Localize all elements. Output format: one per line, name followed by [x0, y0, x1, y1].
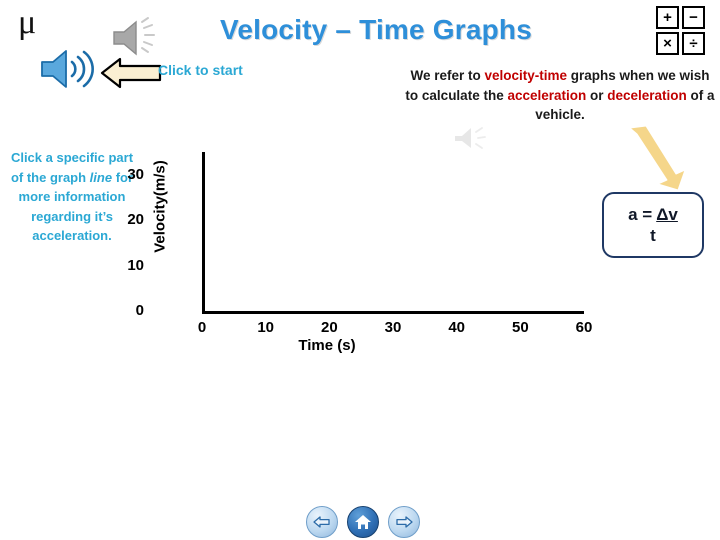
y-tick-label: 10 [127, 256, 144, 274]
page-title: Velocity – Time Graphs [219, 14, 533, 45]
divide-icon[interactable]: ÷ [682, 32, 705, 55]
click-to-start-label[interactable]: Click to start [158, 62, 243, 78]
x-tick-label: 0 [197, 319, 207, 336]
y-axis-line [202, 152, 205, 314]
mu-symbol: μ [18, 4, 37, 41]
x-tick-label: 30 [384, 319, 402, 336]
intro-highlight-velocity-time: velocity-time [484, 68, 568, 83]
y-tick-label: 20 [127, 211, 144, 229]
intro-highlight-acceleration: acceleration [507, 87, 587, 103]
forward-button[interactable] [388, 506, 420, 538]
x-tick-label: 20 [320, 319, 338, 336]
slide-canvas: μ Velocity – Time Graphs Click to start … [0, 0, 720, 540]
formula-numerator: Δv [656, 204, 678, 224]
y-tick-label: 30 [127, 165, 144, 183]
x-tick-label: 10 [257, 319, 274, 336]
formula-top-row: a = Δv [628, 205, 678, 225]
intro-text-1: We refer to [410, 68, 485, 83]
graph-instruction-text: Click a specific part of the graph line … [4, 148, 140, 246]
intro-text-3: or [586, 87, 608, 103]
x-tick-label: 60 [575, 319, 593, 336]
velocity-time-chart[interactable]: Velocity(m/s) Time (s) 0 10 20 30 0 10 20 30 40… [127, 152, 610, 362]
intro-paragraph: We refer to velocity-time graphs when we… [404, 66, 716, 125]
y-tick-label: 0 [135, 302, 144, 319]
y-axis-title: Velocity(m/s) [151, 160, 169, 253]
home-button[interactable] [347, 506, 379, 538]
operator-icon-grid: + − × ÷ [656, 6, 705, 55]
minus-icon[interactable]: − [682, 6, 705, 29]
arrow-diagonal-icon [626, 125, 688, 197]
speaker-icon[interactable] [36, 44, 98, 99]
x-axis-line [202, 311, 584, 314]
x-axis-title: Time (s) [298, 337, 356, 354]
navigation-bar [306, 506, 420, 538]
x-tick-label: 40 [448, 319, 465, 336]
plus-icon[interactable]: + [656, 6, 679, 29]
acceleration-formula-box: a = Δv t [602, 192, 704, 258]
arrow-left-icon [100, 55, 162, 96]
multiply-icon[interactable]: × [656, 32, 679, 55]
formula-lhs: a = [628, 204, 653, 224]
formula-denominator: t [650, 225, 656, 245]
x-tick-label: 50 [511, 319, 529, 336]
intro-highlight-deceleration: deceleration [607, 87, 687, 103]
back-button[interactable] [306, 506, 338, 538]
